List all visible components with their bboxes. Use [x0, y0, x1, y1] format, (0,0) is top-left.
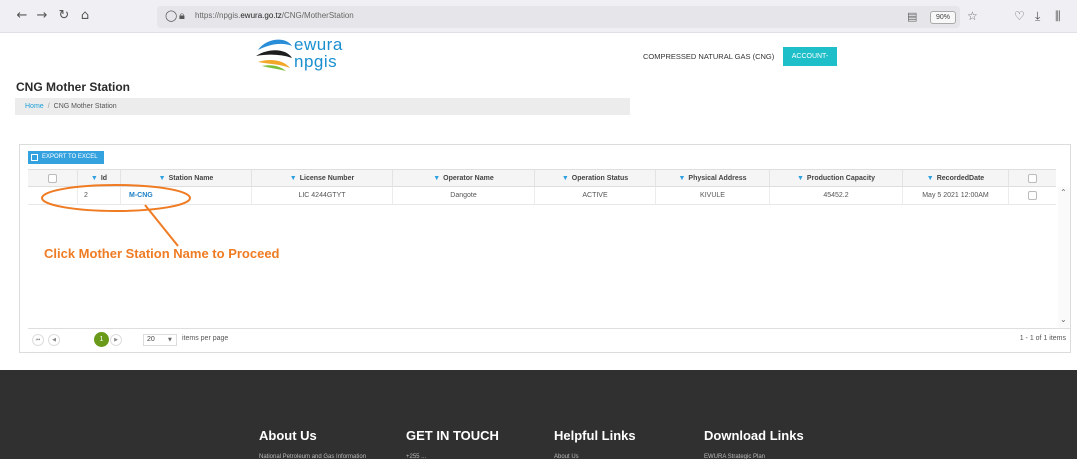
header-select-all[interactable]	[28, 170, 78, 188]
footer-download-links-title: Download Links	[704, 428, 804, 443]
cell-license-number: LIC 4244GTYT	[252, 187, 393, 205]
row-checkbox[interactable]	[1028, 190, 1037, 200]
forward-arrow-icon[interactable]: →	[34, 8, 50, 24]
filter-icon[interactable]: ▼	[678, 175, 685, 182]
breadcrumb: Home / CNG Mother Station	[15, 98, 630, 115]
column-header-license-number[interactable]: ▼ License Number	[252, 170, 393, 188]
dropdown-arrow-icon[interactable]: ▼	[168, 334, 172, 346]
export-label: EXPORT TO EXCEL	[42, 154, 98, 160]
header-checkbox-column[interactable]	[1009, 170, 1056, 188]
breadcrumb-home[interactable]: Home	[25, 103, 44, 110]
lock-icon: 🔒︎	[179, 9, 185, 22]
filter-icon[interactable]: ▼	[562, 175, 569, 182]
footer-about-text: National Petroleum and Gas Information	[259, 454, 367, 460]
footer-about-link[interactable]: About Us	[554, 454, 579, 460]
shield-icon: ◯	[165, 9, 178, 22]
cell-id: 2	[78, 187, 121, 205]
footer-about-title: About Us	[259, 428, 317, 443]
column-header-operator-name[interactable]: ▼ Operator Name	[393, 170, 535, 188]
filter-icon[interactable]: ▼	[91, 175, 98, 182]
account-button[interactable]: ACCOUNT-	[783, 47, 837, 66]
scroll-down-icon[interactable]: ⌄	[1060, 315, 1067, 324]
back-arrow-icon[interactable]: ←	[14, 8, 30, 24]
pocket-icon[interactable]: ♡	[1014, 9, 1025, 23]
filter-icon[interactable]: ▼	[290, 175, 297, 182]
footer: About Us GET IN TOUCH Helpful Links Down…	[0, 370, 1077, 460]
column-header-recorded-date[interactable]: ▼ RecordedDate	[903, 170, 1009, 188]
items-per-page-label: items per page	[182, 335, 229, 342]
next-page-icon[interactable]: ▶	[110, 334, 122, 346]
filter-icon[interactable]: ▼	[433, 175, 440, 182]
filter-icon[interactable]: ▼	[159, 175, 166, 182]
home-icon[interactable]: ⌂	[77, 8, 93, 24]
nav-link-cng[interactable]: COMPRESSED NATURAL GAS (CNG)	[643, 52, 774, 61]
breadcrumb-current: CNG Mother Station	[53, 103, 117, 110]
address-bar[interactable]: ◯ 🔒︎ https://npgis.ewura.go.tz/CNG/Mothe…	[157, 6, 978, 28]
station-name-link[interactable]: M-CNG	[121, 187, 252, 205]
breadcrumb-separator: /	[47, 103, 50, 110]
grid-pager: ⏮ ◀ 1 ▶ 20 ▼ items per page 1 - 1 of 1 i…	[28, 328, 1070, 350]
annotation-text: Click Mother Station Name to Proceed	[44, 246, 280, 261]
footer-contact-title: GET IN TOUCH	[406, 428, 499, 443]
header-checkbox[interactable]	[1028, 173, 1037, 183]
url-text: https://npgis.ewura.go.tz/CNG/MotherStat…	[195, 11, 354, 20]
current-page-button[interactable]: 1	[94, 332, 109, 347]
library-icon[interactable]: ⫼	[1055, 9, 1061, 24]
column-header-physical-address[interactable]: ▼ Physical Address	[656, 170, 770, 188]
column-header-station-name[interactable]: ▼ Station Name	[121, 170, 252, 188]
cell-operator-name: Dangote	[393, 187, 535, 205]
cell-operation-status: ACTIVE	[535, 187, 656, 205]
column-header-production-capacity[interactable]: ▼ Production Capacity	[770, 170, 903, 188]
table-row[interactable]: 2 M-CNG LIC 4244GTYT Dangote ACTIVE KIVU…	[28, 187, 1056, 205]
first-page-icon[interactable]: ⏮	[32, 334, 44, 346]
bookmark-star-icon[interactable]: ☆	[967, 9, 978, 23]
filter-icon[interactable]: ▼	[927, 175, 934, 182]
scroll-up-icon[interactable]: ⌃	[1060, 188, 1067, 197]
column-header-id[interactable]: ▼ Id	[78, 170, 121, 188]
cell-physical-address: KIVULE	[656, 187, 770, 205]
footer-helpful-links-title: Helpful Links	[554, 428, 636, 443]
grid-header: ▼ Id ▼ Station Name ▼ License Number ▼ Opera…	[28, 169, 1056, 188]
export-to-excel-button[interactable]: EXPORT TO EXCEL	[28, 151, 104, 164]
items-count: 1 - 1 of 1 items	[1019, 335, 1066, 342]
download-icon[interactable]: ⤓	[1035, 9, 1040, 24]
footer-strategic-plan-link[interactable]: EWURA Strategic Plan	[704, 454, 765, 460]
browser-toolbar: ← → ↻ ⌂ ◯ 🔒︎ https://npgis.ewura.go.tz/C…	[0, 0, 1077, 33]
excel-icon	[31, 154, 38, 161]
reader-view-icon[interactable]: ▤	[907, 10, 917, 23]
row-spacer	[28, 187, 78, 205]
page-title: CNG Mother Station	[16, 80, 130, 94]
cell-recorded-date: May 5 2021 12:00AM	[903, 187, 1009, 205]
row-checkbox-cell[interactable]	[1009, 187, 1056, 205]
footer-phone-text: +255 ...	[406, 454, 427, 460]
column-header-operation-status[interactable]: ▼ Operation Status	[535, 170, 656, 188]
prev-page-icon[interactable]: ◀	[48, 334, 60, 346]
logo-text-npgis: npgis	[294, 52, 338, 71]
zoom-level[interactable]: 90%	[930, 11, 956, 24]
cell-production-capacity: 45452.2	[770, 187, 903, 205]
filter-icon[interactable]: ▼	[797, 175, 804, 182]
vertical-scrollbar[interactable]: ⌃ ⌄	[1058, 187, 1070, 328]
select-all-checkbox[interactable]	[48, 173, 57, 183]
reload-icon[interactable]: ↻	[56, 8, 72, 24]
